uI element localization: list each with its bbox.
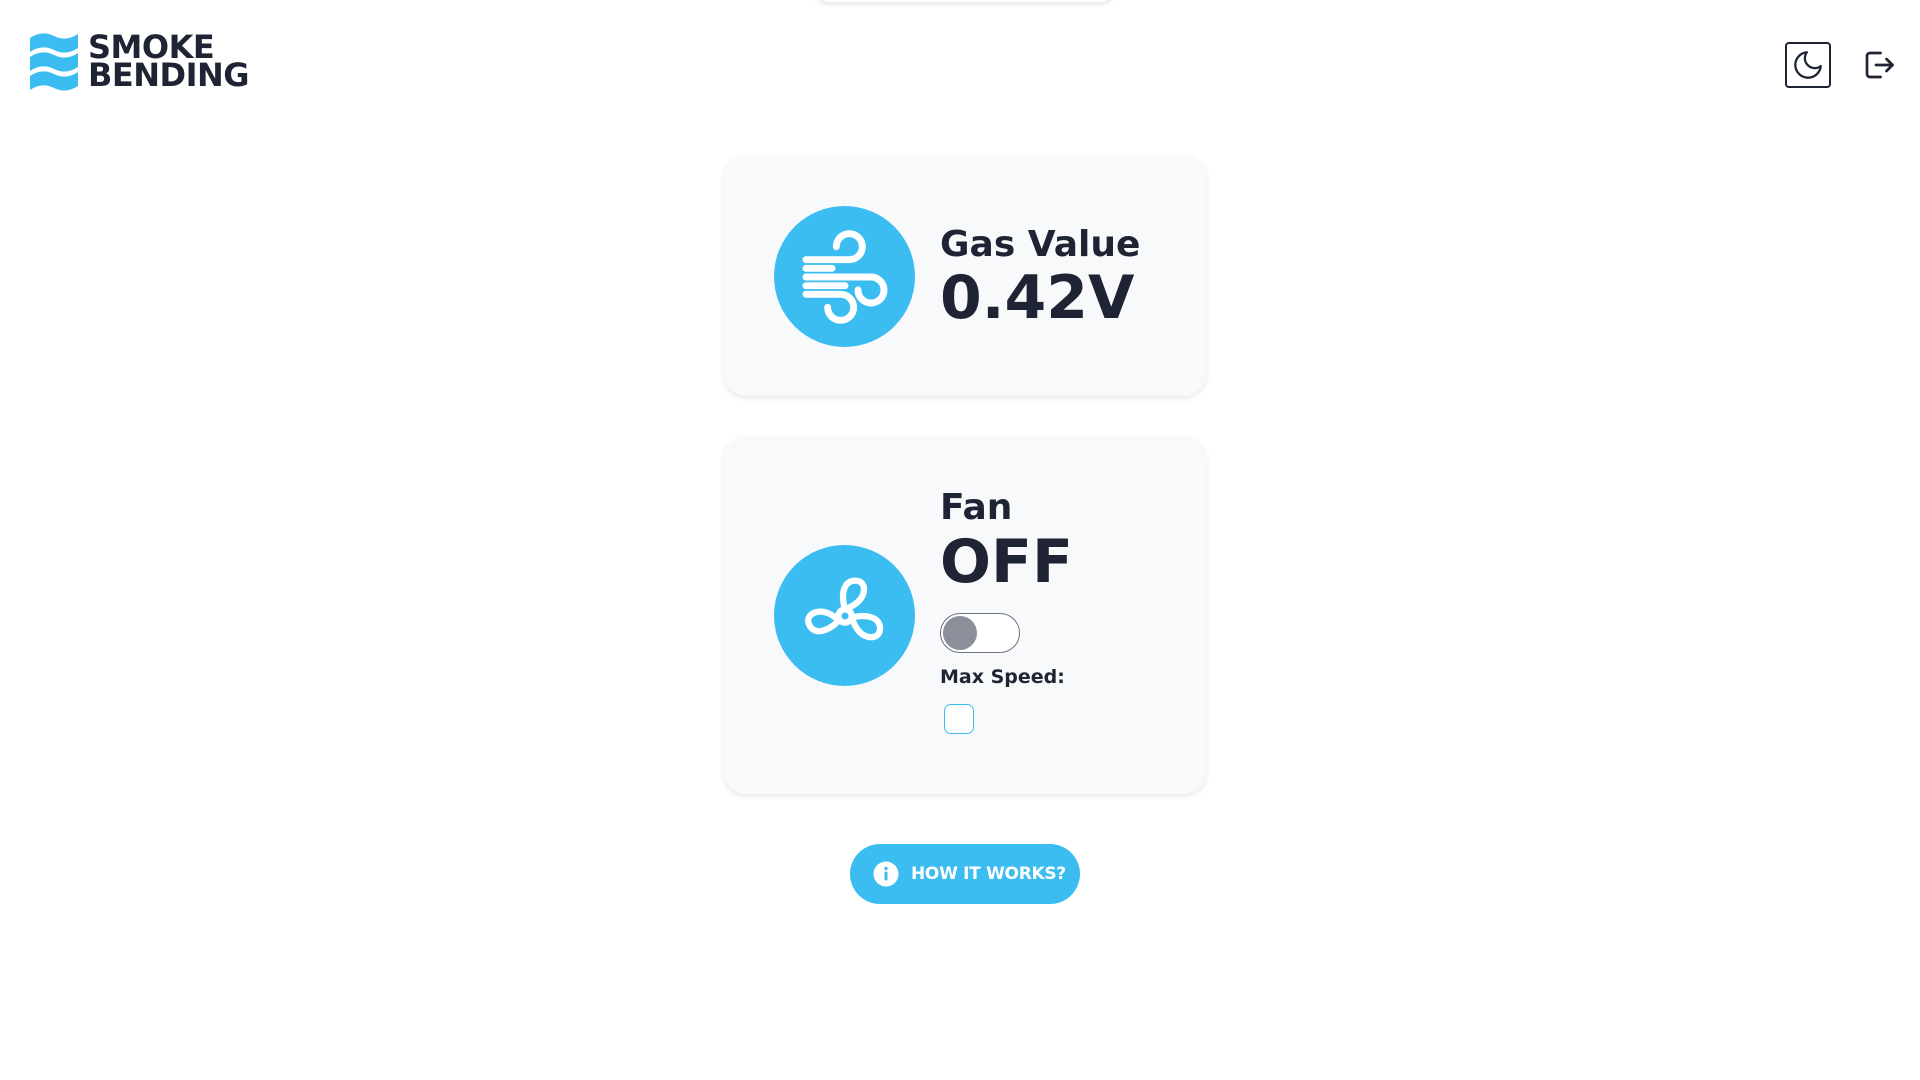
how-it-works-label: HOW IT WORKS? bbox=[911, 864, 1066, 884]
how-it-works-button[interactable]: HOW IT WORKS? bbox=[850, 844, 1080, 904]
logo[interactable]: SMOKE BENDING bbox=[30, 30, 250, 94]
fan-status: OFF bbox=[940, 527, 1073, 597]
fan-label: Fan bbox=[940, 487, 1013, 528]
waves-logo-icon bbox=[30, 33, 78, 91]
logout-button[interactable] bbox=[1858, 44, 1900, 86]
moon-icon bbox=[1794, 51, 1822, 79]
logout-icon bbox=[1865, 51, 1894, 79]
gas-icon-circle bbox=[774, 206, 915, 347]
logo-text: SMOKE BENDING bbox=[88, 31, 250, 94]
info-icon bbox=[873, 861, 899, 887]
max-speed-checkbox[interactable] bbox=[944, 704, 974, 734]
fan-card: Fan OFF Max Speed: bbox=[724, 437, 1206, 794]
gas-value-reading: 0.42V bbox=[940, 263, 1135, 333]
gas-value-label: Gas Value bbox=[940, 224, 1141, 265]
fan-toggle-switch[interactable] bbox=[940, 613, 1020, 653]
theme-toggle-button[interactable] bbox=[1785, 42, 1831, 88]
fan-toggle-knob bbox=[943, 616, 977, 650]
top-tab-edge bbox=[815, 0, 1115, 2]
fan-icon bbox=[804, 576, 883, 640]
max-speed-label: Max Speed: bbox=[940, 666, 1065, 688]
fan-icon-circle bbox=[774, 545, 915, 686]
gas-value-card: Gas Value 0.42V bbox=[724, 156, 1206, 396]
logo-line-2: BENDING bbox=[88, 56, 250, 94]
wind-icon bbox=[802, 229, 887, 324]
